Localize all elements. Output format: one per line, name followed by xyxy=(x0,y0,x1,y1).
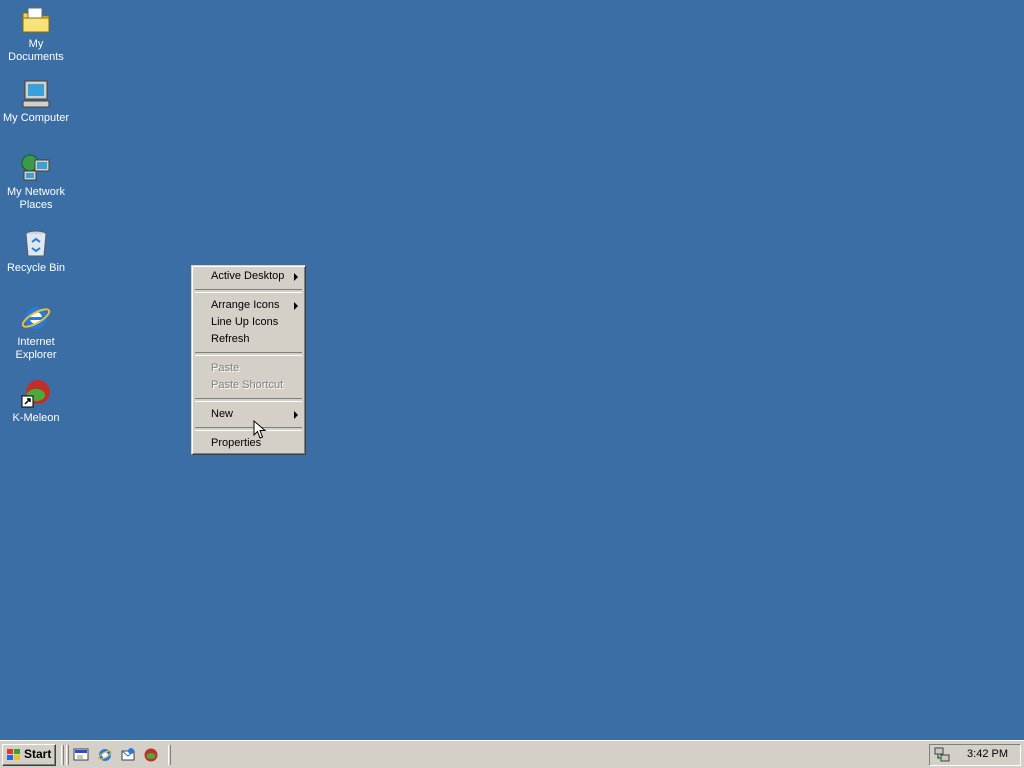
taskbar: Start 3:42 PM xyxy=(0,740,1024,768)
menu-item-line-up-icons[interactable]: Line Up Icons xyxy=(194,314,303,331)
show-desktop-icon[interactable] xyxy=(73,747,89,763)
desktop-icon-label: Recycle Bin xyxy=(6,262,66,274)
desktop-icon-label: K-Meleon xyxy=(12,412,60,424)
menu-item-arrange-icons[interactable]: Arrange Icons xyxy=(194,297,303,314)
desktop-icon-internet-explorer[interactable]: Internet Explorer xyxy=(0,302,72,362)
start-button[interactable]: Start xyxy=(2,744,56,766)
desktop-icon-my-network-places[interactable]: My Network Places xyxy=(0,152,72,212)
start-label: Start xyxy=(24,747,52,761)
outlook-express-icon[interactable] xyxy=(120,747,136,763)
desktop-icon-k-meleon[interactable]: K-Meleon xyxy=(0,378,72,425)
menu-item-label: Arrange Icons xyxy=(211,299,280,311)
toolbar-grip[interactable] xyxy=(66,745,69,765)
desktop-context-menu: Active Desktop Arrange Icons Line Up Ico… xyxy=(191,265,306,455)
menu-item-refresh[interactable]: Refresh xyxy=(194,331,303,348)
submenu-arrow-icon xyxy=(294,273,298,281)
menu-item-label: New xyxy=(211,408,234,420)
menu-separator xyxy=(195,352,302,356)
computer-icon xyxy=(22,80,50,108)
desktop-icon-my-computer[interactable]: My Computer xyxy=(0,78,72,125)
hand-cursor-icon xyxy=(253,420,267,439)
menu-item-label: Active Desktop xyxy=(211,270,285,282)
menu-item-properties[interactable]: Properties xyxy=(194,435,303,452)
toolbar-grip[interactable] xyxy=(168,745,171,765)
menu-item-paste-shortcut: Paste Shortcut xyxy=(194,377,303,394)
desktop-icon-label: My Documents xyxy=(8,38,64,63)
k-meleon-icon xyxy=(21,380,50,408)
windows-logo-icon xyxy=(7,749,20,760)
menu-separator xyxy=(195,289,302,293)
desktop-icon-label: Internet Explorer xyxy=(15,336,57,361)
network-places-icon xyxy=(21,154,50,181)
submenu-arrow-icon xyxy=(294,411,298,419)
recycle-bin-icon xyxy=(25,230,47,257)
clock[interactable]: 3:42 PM xyxy=(967,748,1008,760)
folder-documents-icon xyxy=(22,7,50,33)
internet-explorer-icon xyxy=(21,307,51,329)
menu-item-active-desktop[interactable]: Active Desktop xyxy=(194,268,303,285)
submenu-arrow-icon xyxy=(294,302,298,310)
menu-separator xyxy=(195,427,302,431)
desktop-icon-label: My Network Places xyxy=(6,186,66,211)
menu-item-label: Refresh xyxy=(211,333,250,345)
menu-item-label: Paste Shortcut xyxy=(211,379,284,391)
menu-item-label: Line Up Icons xyxy=(211,316,279,328)
toolbar-grip[interactable] xyxy=(61,745,64,765)
desktop-icon-recycle-bin[interactable]: Recycle Bin xyxy=(0,228,72,275)
desktop-icon-label: My Computer xyxy=(2,112,70,124)
network-tray-icon[interactable] xyxy=(934,747,950,763)
desktop-icon-my-documents[interactable]: My Documents xyxy=(0,4,72,64)
menu-item-paste: Paste xyxy=(194,360,303,377)
system-tray: 3:42 PM xyxy=(929,744,1021,766)
internet-explorer-icon[interactable] xyxy=(97,747,113,763)
k-meleon-icon[interactable] xyxy=(143,747,159,763)
menu-separator xyxy=(195,398,302,402)
menu-item-new[interactable]: New xyxy=(194,406,303,423)
menu-item-label: Paste xyxy=(211,362,240,374)
